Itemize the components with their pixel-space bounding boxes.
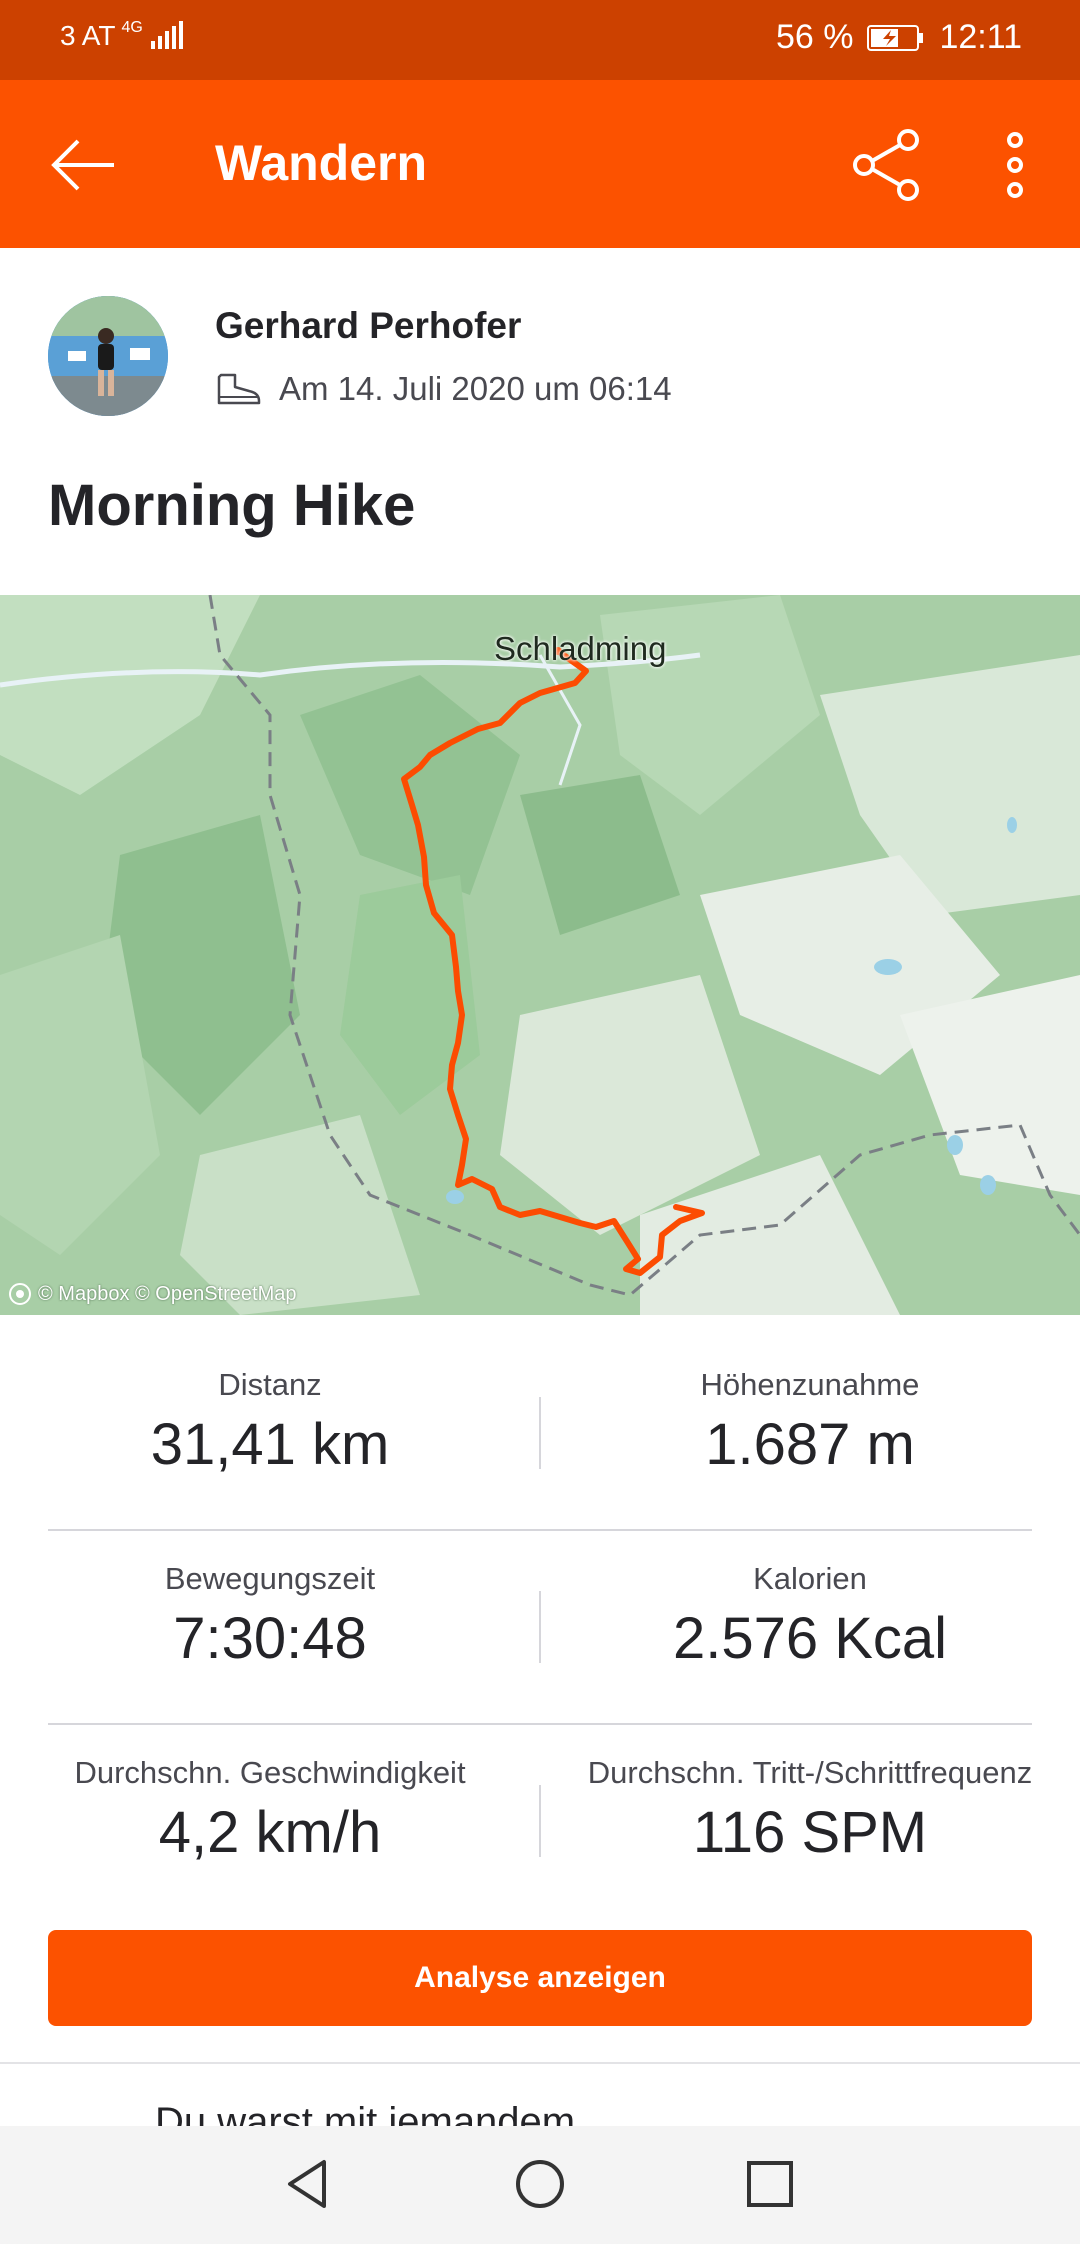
stat-value: 2.576 Kcal	[672, 1606, 948, 1671]
page-title: Wandern	[215, 135, 428, 191]
status-right: 56 % 12:11	[776, 18, 1022, 57]
battery-percent: 56 %	[775, 18, 854, 56]
share-icon[interactable]	[850, 128, 924, 202]
stat-value: 116 SPM	[692, 1800, 928, 1865]
more-vertical-icon[interactable]	[990, 128, 1040, 202]
stat-label: Kalorien	[753, 1561, 867, 1596]
signal-icon	[150, 21, 183, 49]
activity-date-line: Am 14. Juli 2020 um 06:14	[215, 370, 672, 408]
stat-avg-cadence: Durchschn. Tritt-/Schrittfrequenz 116 SP…	[540, 1755, 1080, 1866]
stat-calories: Kalorien 2.576 Kcal	[540, 1561, 1080, 1672]
status-left: 3 AT 4G	[60, 19, 183, 52]
stat-label: Höhenzunahme	[700, 1367, 920, 1402]
stat-elevation-gain: Höhenzunahme 1.687 m	[540, 1367, 1080, 1478]
nav-recents-icon[interactable]	[740, 2154, 800, 2214]
route-map[interactable]	[0, 595, 1080, 1315]
clock: 12:11	[939, 18, 1022, 56]
stat-label: Durchschn. Tritt-/Schrittfrequenz	[587, 1755, 1033, 1790]
stat-moving-time: Bewegungszeit 7:30:48	[0, 1561, 540, 1672]
section-divider	[0, 2062, 1080, 2064]
stat-label: Distanz	[218, 1367, 322, 1402]
avatar-photo	[48, 296, 168, 416]
app-bar: Wandern	[0, 80, 1080, 248]
athlete-name[interactable]: Gerhard Perhofer	[215, 305, 521, 347]
row-divider	[48, 1723, 1032, 1725]
status-bar: 3 AT 4G 56 % 12:11	[0, 0, 1080, 80]
stat-distance: Distanz 31,41 km	[0, 1367, 540, 1478]
show-analysis-button[interactable]: Analyse anzeigen	[48, 1930, 1032, 2026]
stat-value: 4,2 km/h	[158, 1800, 382, 1865]
network-type: 4G	[121, 19, 143, 36]
stat-label: Bewegungszeit	[164, 1561, 376, 1596]
nav-home-icon[interactable]	[510, 2154, 570, 2214]
battery-icon	[867, 24, 924, 51]
stat-label: Durchschn. Geschwindigkeit	[74, 1755, 466, 1790]
avatar[interactable]	[48, 296, 168, 416]
arrow-left-icon[interactable]	[48, 130, 118, 200]
stat-value: 31,41 km	[150, 1412, 390, 1477]
row-divider	[48, 1529, 1032, 1531]
hiking-boot-icon	[217, 373, 261, 405]
system-nav-bar	[0, 2126, 1080, 2244]
activity-date: Am 14. Juli 2020 um 06:14	[279, 370, 672, 407]
mapbox-logo-icon	[9, 1283, 31, 1305]
activity-title: Morning Hike	[48, 473, 416, 538]
map-attribution: © Mapbox © OpenStreetMap	[8, 1282, 297, 1306]
tag-partner-teaser[interactable]: Du warst mit jemandem	[155, 2100, 575, 2126]
carrier-label: 3 AT	[60, 20, 116, 51]
stat-value: 1.687 m	[705, 1412, 915, 1477]
map-attribution-text: © Mapbox © OpenStreetMap	[38, 1282, 297, 1305]
stat-avg-speed: Durchschn. Geschwindigkeit 4,2 km/h	[0, 1755, 540, 1866]
nav-back-icon[interactable]	[280, 2154, 340, 2214]
map-terrain	[0, 595, 1080, 1315]
map-place-label: Schladming	[494, 630, 667, 667]
stat-value: 7:30:48	[173, 1606, 367, 1671]
